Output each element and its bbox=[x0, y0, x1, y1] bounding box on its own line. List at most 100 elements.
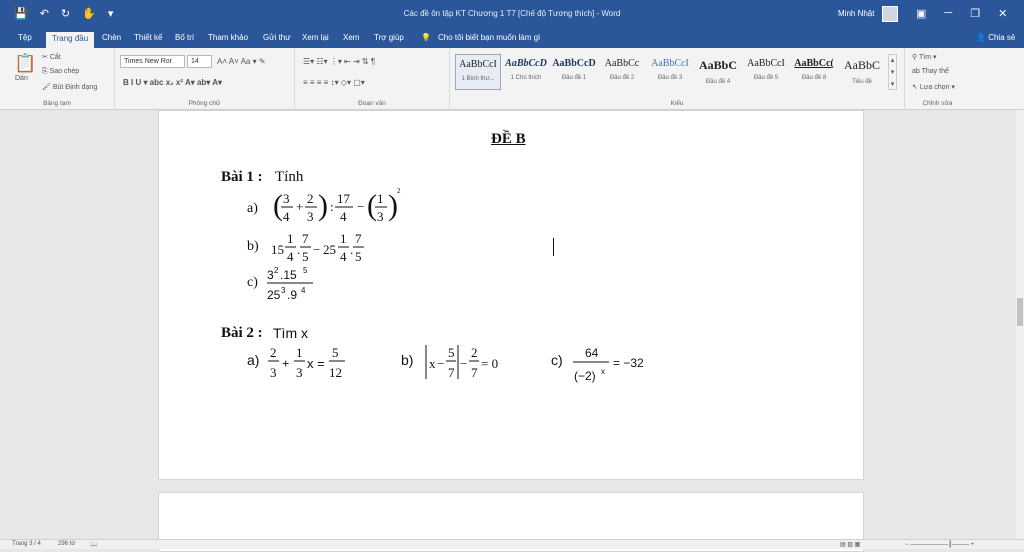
svg-text:−: − bbox=[313, 242, 320, 257]
style-heading8[interactable]: AaBbCc(Đầu đề 8 bbox=[791, 54, 837, 90]
item-2b-label: b) bbox=[401, 352, 414, 368]
item-2a-label: a) bbox=[247, 352, 260, 368]
clipboard-group: 📋 Dán ✂ Cắt ⎘ Sao chép 🖌 Bút Định dạng B… bbox=[0, 48, 115, 110]
copy-button[interactable]: ⎘ Sao chép bbox=[42, 68, 79, 76]
bai2-title: Tìm x bbox=[273, 325, 308, 341]
tab-layout[interactable]: Bố trí bbox=[175, 33, 194, 42]
scroll-thumb[interactable] bbox=[1017, 298, 1023, 326]
cursor-icon: ↖ bbox=[912, 84, 918, 91]
minimize-button[interactable]: ─ bbox=[944, 7, 952, 20]
svg-text:2: 2 bbox=[307, 191, 314, 206]
svg-text:4: 4 bbox=[340, 249, 347, 264]
svg-text:(: ( bbox=[367, 189, 377, 222]
svg-text::: : bbox=[330, 199, 334, 214]
style-heading3[interactable]: AaBbCcI Đầu đề 3 bbox=[647, 54, 693, 90]
word-count[interactable]: 296 từ bbox=[58, 541, 75, 547]
format-painter-button[interactable]: 🖌 Bút Định dạng bbox=[42, 83, 97, 91]
svg-text:.15: .15 bbox=[280, 268, 297, 282]
find-button[interactable]: ⚲ Tìm ▾ bbox=[912, 53, 937, 61]
close-button[interactable]: ✕ bbox=[998, 7, 1007, 20]
vertical-scrollbar[interactable] bbox=[1016, 110, 1024, 539]
avatar[interactable] bbox=[882, 6, 898, 22]
font-format-buttons[interactable]: B I U ▾ abc x₂ x² A▾ ab▾ A▾ bbox=[123, 78, 222, 87]
style-title[interactable]: AaBbC Tiêu đề bbox=[839, 54, 885, 90]
svg-text:3: 3 bbox=[267, 268, 274, 282]
svg-text:x: x bbox=[429, 356, 436, 371]
svg-text:.: . bbox=[350, 242, 353, 257]
tab-help[interactable]: Trợ giúp bbox=[374, 33, 404, 42]
tell-me-search[interactable]: Cho tôi biết bạn muốn làm gì bbox=[438, 33, 540, 42]
tab-home[interactable]: Trang đầu bbox=[46, 32, 95, 48]
style-heading5[interactable]: AaBbCcI Đầu đề 5 bbox=[743, 54, 789, 90]
svg-text:2: 2 bbox=[397, 187, 401, 195]
lightbulb-icon: 💡 bbox=[421, 33, 431, 42]
style-caption[interactable]: AaBbCcD 1 Chú thích bbox=[503, 54, 549, 90]
tab-file[interactable]: Tệp bbox=[18, 33, 32, 42]
paste-button[interactable]: Dán bbox=[15, 75, 28, 82]
bai1-label: Bài 1 : bbox=[221, 169, 263, 185]
paste-icon[interactable]: 📋 bbox=[14, 53, 36, 74]
user-name[interactable]: Minh Nhật bbox=[838, 9, 874, 18]
ribbon-tabs: Tệp Trang đầu Chèn Thiết kế Bố trí Tham … bbox=[0, 30, 1024, 48]
tab-references[interactable]: Tham khảo bbox=[208, 33, 248, 42]
replace-button[interactable]: ab Thay thế bbox=[912, 68, 949, 75]
svg-text:= 0: = 0 bbox=[481, 356, 498, 371]
svg-text:3: 3 bbox=[377, 209, 384, 224]
font-size-box[interactable]: 14 bbox=[187, 55, 212, 68]
styles-label: Kiểu bbox=[670, 100, 684, 107]
svg-text:(−2): (−2) bbox=[574, 369, 596, 383]
font-name-box[interactable]: Times New Ror bbox=[120, 55, 185, 68]
svg-text:.: . bbox=[297, 242, 300, 257]
style-heading2[interactable]: AaBbCc Đầu đề 2 bbox=[599, 54, 645, 90]
tab-review[interactable]: Xem lại bbox=[302, 33, 329, 42]
ribbon: 📋 Dán ✂ Cắt ⎘ Sao chép 🖌 Bút Định dạng B… bbox=[0, 48, 1024, 110]
style-heading4[interactable]: AaBbC Đầu đề 4 bbox=[695, 54, 741, 90]
styles-scroll[interactable]: ▴ ▾ ▾ bbox=[888, 54, 897, 90]
font-group: Times New Ror 14 A˄ A˅ Aa ▾ ✎ B I U ▾ ab… bbox=[115, 48, 295, 110]
svg-text:3: 3 bbox=[307, 209, 314, 224]
cut-button[interactable]: ✂ Cắt bbox=[42, 53, 61, 61]
tab-insert[interactable]: Chèn bbox=[102, 33, 121, 42]
view-buttons[interactable]: ▤ ▥ ▦ bbox=[840, 541, 860, 548]
svg-text:1: 1 bbox=[287, 231, 294, 246]
style-heading1[interactable]: AaBbCcD Đầu đề 1 bbox=[551, 54, 597, 90]
item-2c-label: c) bbox=[551, 352, 563, 368]
text-cursor bbox=[553, 238, 554, 256]
svg-text:4: 4 bbox=[301, 286, 306, 295]
svg-text:5: 5 bbox=[448, 345, 455, 360]
document-page[interactable]: ĐỀ B Bài 1 : Tính a) ( 34 + 23 ) : 17 4 −… bbox=[158, 110, 864, 480]
formula-1a: ( 34 + 23 ) : 174 − ( 13 ) 2 bbox=[273, 187, 401, 224]
svg-text:2: 2 bbox=[471, 345, 478, 360]
restore-button[interactable]: ❐ bbox=[970, 7, 980, 20]
ribbon-display-icon[interactable]: ▣ bbox=[916, 7, 926, 20]
list-buttons[interactable]: ☰▾ ☷▾ ⋮▾ ⇤ ⇥ ⇅ ¶ bbox=[303, 57, 375, 66]
svg-text:25: 25 bbox=[323, 242, 336, 257]
svg-text:= −32: = −32 bbox=[613, 356, 644, 370]
tab-mailings[interactable]: Gửi thư bbox=[263, 33, 291, 42]
tab-view[interactable]: Xem bbox=[343, 33, 359, 42]
svg-text:5: 5 bbox=[355, 249, 362, 264]
search-icon: ⚲ bbox=[912, 54, 918, 61]
tab-design[interactable]: Thiết kế bbox=[134, 33, 162, 42]
page-count[interactable]: Trang 3 / 4 bbox=[12, 541, 41, 547]
select-button[interactable]: ↖ Lựa chọn ▾ bbox=[912, 83, 955, 91]
svg-text:−: − bbox=[460, 356, 467, 371]
svg-text:−: − bbox=[437, 356, 444, 371]
svg-text:3: 3 bbox=[283, 191, 290, 206]
zoom-slider[interactable]: − ─────────┃──── + bbox=[905, 541, 974, 548]
svg-text:x: x bbox=[601, 367, 605, 376]
copy-icon: ⎘ bbox=[42, 68, 48, 75]
svg-text:1: 1 bbox=[340, 231, 347, 246]
align-buttons[interactable]: ≡ ≡ ≡ ≡ ↕▾ ◇▾ ▢▾ bbox=[303, 78, 365, 87]
paragraph-label: Đoạn văn bbox=[358, 100, 386, 107]
share-button[interactable]: 👤 Chia sẻ bbox=[976, 33, 1015, 42]
svg-text:25: 25 bbox=[267, 288, 281, 302]
editing-label: Chỉnh sửa bbox=[922, 100, 953, 107]
proofing-icon[interactable]: 📖 bbox=[90, 541, 97, 548]
grow-font-button[interactable]: A˄ A˅ Aa ▾ ✎ bbox=[217, 57, 266, 66]
formula-2b: x − 57 − 27 = 0 bbox=[425, 345, 498, 380]
editing-group: ⚲ Tìm ▾ ab Thay thế ↖ Lựa chọn ▾ Chỉnh s… bbox=[905, 48, 970, 110]
svg-text:−: − bbox=[357, 199, 364, 214]
style-normal[interactable]: AaBbCcI 1 Bình thư... bbox=[455, 54, 501, 90]
svg-text:7: 7 bbox=[448, 365, 455, 380]
